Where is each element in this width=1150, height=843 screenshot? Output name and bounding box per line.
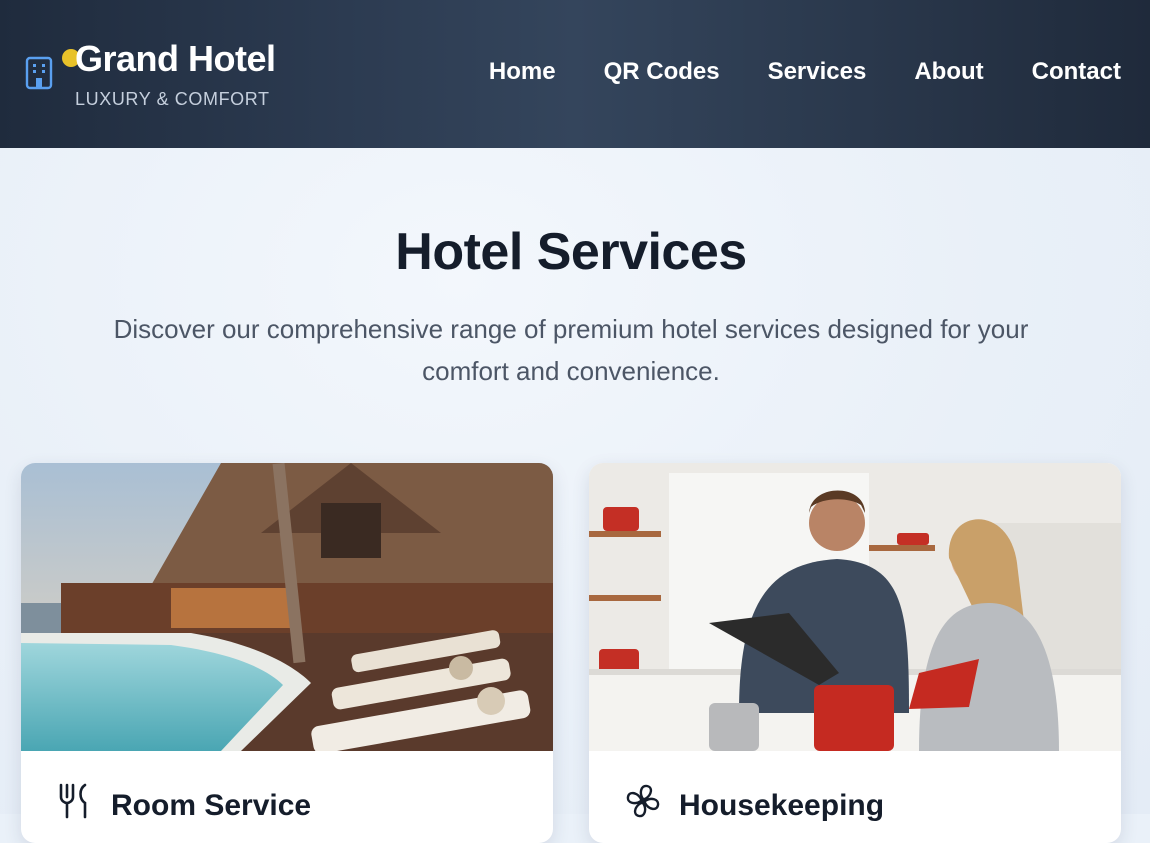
nav-contact-link[interactable]: Contact — [1032, 58, 1121, 86]
hotel-building-icon — [25, 56, 53, 90]
resort-pool-photo — [21, 463, 553, 751]
site-header: Grand Hotel LUXURY & COMFORT Home QR Cod… — [0, 0, 1150, 148]
main-nav: Home QR Codes Services About Contact — [441, 58, 1121, 86]
nav-about-link[interactable]: About — [914, 58, 983, 86]
brand-subtitle: LUXURY & COMFORT — [75, 89, 270, 109]
service-title: Room Service — [111, 789, 312, 822]
brand-title[interactable]: Grand Hotel — [75, 38, 276, 80]
service-card-room-service[interactable]: Room Service — [21, 463, 553, 843]
nav-services-link[interactable]: Services — [768, 58, 867, 86]
nav-home-link[interactable]: Home — [489, 58, 556, 86]
service-title: Housekeeping — [679, 789, 885, 822]
page-title: Hotel Services — [395, 223, 747, 281]
couple-cooking-photo — [589, 463, 1121, 751]
page-description: Discover our comprehensive range of prem… — [113, 314, 1029, 386]
service-card-housekeeping[interactable]: Housekeeping — [589, 463, 1121, 843]
nav-qr-codes-link[interactable]: QR Codes — [604, 58, 720, 86]
